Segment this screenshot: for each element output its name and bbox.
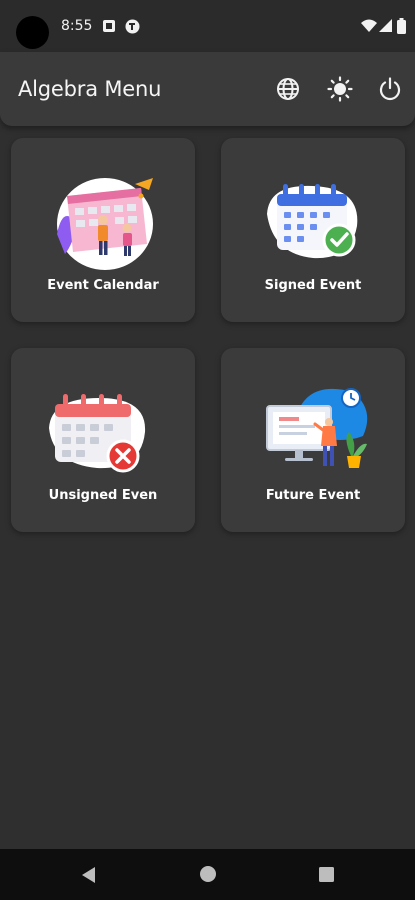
status-time: 8:55: [61, 18, 93, 34]
menu-card-label: Unsigned Even: [48, 488, 158, 503]
wifi-icon: [361, 19, 377, 32]
notification-square-icon: [103, 20, 115, 32]
menu-card-future-event[interactable]: Future Event: [221, 348, 405, 532]
camera-cutout: [16, 16, 49, 49]
globe-icon[interactable]: [275, 76, 301, 102]
app-bar: Algebra Menu: [0, 52, 415, 126]
app-notification-icon: [125, 19, 140, 34]
menu-card-label: Future Event: [265, 488, 361, 503]
menu-card-label: Signed Event: [264, 278, 362, 293]
unsigned-calendar-illustration: [49, 394, 146, 473]
signed-calendar-illustration: [267, 184, 358, 259]
system-nav-bar: [0, 849, 415, 900]
menu-card-unsigned-event[interactable]: Unsigned Even: [11, 348, 195, 532]
battery-icon: [397, 18, 406, 34]
status-bar: 8:55: [0, 0, 415, 52]
menu-card-signed-event[interactable]: Signed Event: [221, 138, 405, 322]
recents-icon[interactable]: [318, 866, 335, 883]
menu-card-event-calendar[interactable]: Event Calendar: [11, 138, 195, 322]
cellular-signal-icon: [379, 19, 392, 32]
power-icon[interactable]: [377, 76, 403, 102]
menu-card-label: Event Calendar: [47, 278, 159, 293]
home-icon[interactable]: [199, 865, 217, 883]
brightness-icon[interactable]: [327, 76, 353, 102]
back-icon[interactable]: [79, 865, 97, 885]
event-calendar-illustration: [57, 178, 153, 270]
page-title: Algebra Menu: [18, 77, 162, 101]
future-event-illustration: [266, 388, 368, 468]
